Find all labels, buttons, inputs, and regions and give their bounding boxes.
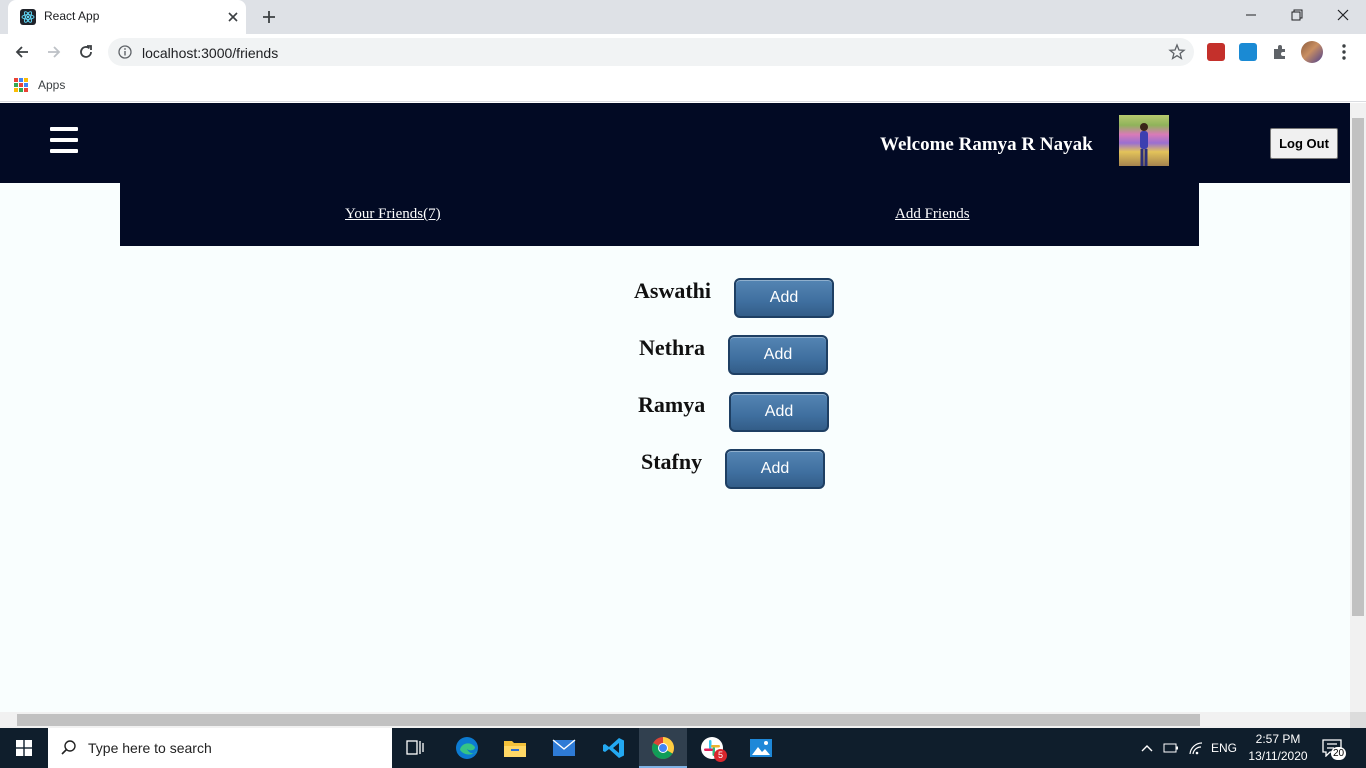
logout-button[interactable]: Log Out	[1270, 128, 1338, 159]
friend-row: Stafny Add	[641, 449, 827, 489]
add-friend-button[interactable]: Add	[725, 449, 825, 489]
slack-badge: 5	[714, 749, 727, 762]
friend-row: Aswathi Add	[634, 278, 834, 318]
notification-count: 20	[1331, 747, 1347, 760]
reload-icon[interactable]	[76, 42, 96, 62]
photos-button[interactable]	[737, 728, 785, 768]
user-avatar	[1119, 115, 1169, 166]
hamburger-menu-icon[interactable]	[50, 127, 78, 153]
more-menu-icon[interactable]	[1337, 42, 1351, 62]
close-tab-icon[interactable]	[224, 8, 242, 26]
extensions-puzzle-icon[interactable]	[1271, 43, 1289, 61]
friend-row: Nethra Add	[639, 335, 829, 375]
your-friends-link[interactable]: Your Friends(7)	[345, 206, 441, 223]
bookmarks-bar: Apps	[0, 70, 1366, 102]
wifi-icon	[1189, 742, 1203, 755]
welcome-text: Welcome Ramya R Nayak	[880, 134, 1093, 155]
add-friend-button[interactable]: Add	[734, 278, 834, 318]
start-button[interactable]	[0, 728, 48, 768]
chrome-button[interactable]	[639, 728, 687, 768]
friend-name: Nethra	[639, 335, 705, 360]
page-viewport: Welcome Ramya R Nayak Log Out Your Frien…	[0, 103, 1350, 712]
profile-avatar[interactable]	[1301, 41, 1323, 63]
friend-name: Stafny	[641, 449, 703, 474]
windows-taskbar: Type here to search 5 ENG 2:57 PM 13/11/…	[0, 728, 1366, 768]
tray-overflow-button[interactable]	[1137, 728, 1157, 768]
address-bar[interactable]: localhost:3000/friends	[108, 38, 1194, 66]
mail-icon	[552, 739, 576, 756]
vscode-button[interactable]	[590, 728, 638, 768]
friend-name: Aswathi	[634, 278, 712, 303]
close-window-button[interactable]	[1320, 0, 1366, 30]
scroll-corner	[1350, 712, 1366, 728]
extension-red-icon[interactable]	[1207, 43, 1225, 61]
search-placeholder: Type here to search	[88, 740, 212, 756]
clock-date: 13/11/2020	[1248, 749, 1308, 763]
tab-title: React App	[44, 9, 100, 23]
wifi-button[interactable]	[1185, 728, 1207, 768]
vertical-scroll-thumb[interactable]	[1352, 118, 1364, 616]
restore-icon	[1291, 9, 1303, 21]
horizontal-scroll-thumb[interactable]	[17, 714, 1200, 726]
minimize-button[interactable]	[1228, 0, 1274, 30]
info-icon[interactable]	[118, 45, 132, 59]
url-text: localhost:3000/friends	[142, 45, 279, 61]
folder-icon	[504, 741, 526, 757]
action-center-button[interactable]: 20	[1322, 736, 1347, 760]
chevron-up-icon	[1141, 745, 1153, 752]
photos-icon	[750, 739, 772, 757]
person-photo	[1140, 123, 1148, 166]
add-friend-button[interactable]: Add	[729, 392, 829, 432]
extension-blue-icon[interactable]	[1239, 43, 1257, 61]
apps-grid-icon[interactable]	[14, 78, 28, 92]
friend-name: Ramya	[638, 392, 706, 417]
browser-toolbar: localhost:3000/friends	[0, 34, 1366, 70]
taskbar-search[interactable]: Type here to search	[48, 728, 392, 768]
browser-tab[interactable]: React App	[8, 0, 246, 34]
battery-button[interactable]	[1160, 728, 1182, 768]
vertical-scrollbar[interactable]	[1350, 103, 1366, 712]
task-view-icon	[406, 740, 424, 755]
add-friends-link[interactable]: Add Friends	[895, 206, 970, 223]
windows-logo-icon	[16, 740, 32, 756]
search-icon	[61, 740, 76, 755]
edge-icon	[456, 737, 478, 759]
react-icon	[20, 9, 36, 25]
new-tab-icon[interactable]	[260, 8, 278, 26]
horizontal-scrollbar[interactable]	[0, 712, 1350, 728]
clock-time: 2:57 PM	[1255, 732, 1301, 746]
friend-row: Ramya Add	[638, 392, 830, 432]
forward-arrow-icon[interactable]	[44, 42, 64, 62]
mail-button[interactable]	[540, 728, 588, 768]
back-arrow-icon[interactable]	[12, 42, 32, 62]
vscode-icon	[603, 738, 624, 758]
friends-subnav: Your Friends(7) Add Friends	[120, 183, 1199, 246]
minimize-icon	[1246, 14, 1256, 16]
edge-button[interactable]	[443, 728, 491, 768]
close-icon	[1337, 9, 1349, 21]
task-view-button[interactable]	[392, 728, 440, 768]
slack-button[interactable]: 5	[688, 728, 736, 768]
language-indicator[interactable]: ENG	[1208, 728, 1240, 768]
clock[interactable]: 2:57 PM 13/11/2020	[1240, 731, 1316, 765]
site-header: Welcome Ramya R Nayak Log Out	[0, 103, 1350, 183]
browser-tab-strip: React App	[0, 0, 1366, 34]
apps-bookmark[interactable]: Apps	[38, 78, 65, 92]
restore-button[interactable]	[1274, 0, 1320, 30]
file-explorer-button[interactable]	[491, 728, 539, 768]
add-friend-button[interactable]: Add	[728, 335, 828, 375]
chrome-icon	[652, 737, 674, 759]
bookmark-star-icon[interactable]	[1168, 43, 1186, 61]
battery-icon	[1163, 743, 1178, 753]
